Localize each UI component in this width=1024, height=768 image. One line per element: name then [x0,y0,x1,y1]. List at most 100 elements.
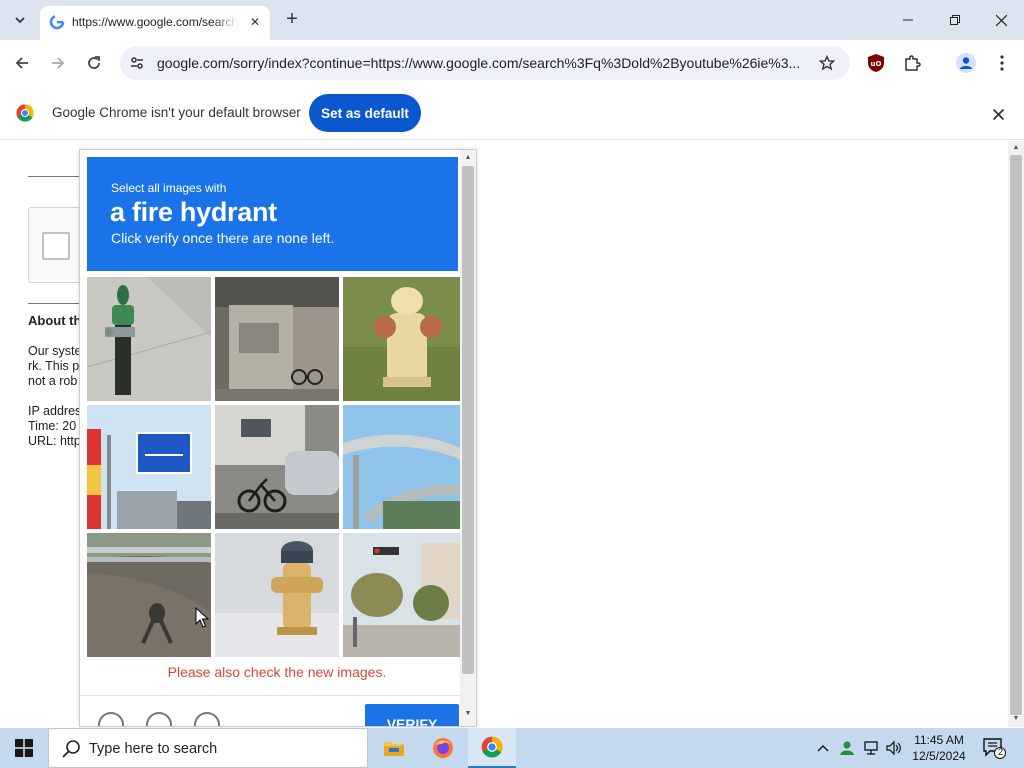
minimize-button[interactable] [893,8,923,32]
captcha-tile[interactable] [343,533,467,657]
kebab-menu-icon [1000,55,1004,71]
tray-overflow-chevron-icon[interactable] [813,738,833,758]
speaker-icon [886,740,901,756]
taskbar-file-explorer[interactable] [370,728,418,768]
svg-text:uO: uO [871,60,882,68]
scroll-up-arrow-icon[interactable]: ▲ [463,154,473,161]
bookmark-star-button[interactable] [816,52,838,74]
taskbar-firefox[interactable] [419,728,467,768]
search-icon [62,740,80,758]
challenge-footer: VERIFY [80,695,474,727]
minimize-icon [903,19,913,21]
captcha-tile[interactable] [87,405,211,529]
clock-date: 12/5/2024 [912,749,966,763]
instruction-sub: Click verify once there are none left. [111,230,335,246]
close-icon [995,14,1007,26]
scroll-up-arrow-icon[interactable]: ▲ [1011,144,1021,154]
tab-close-icon[interactable]: ✕ [246,13,264,31]
captcha-tile[interactable] [343,405,467,529]
windows-taskbar: Type here to search 11:45 AM 12/5/2024 2 [0,728,1024,768]
captcha-tile[interactable] [215,533,339,657]
captcha-tile[interactable] [215,405,339,529]
site-info-icon[interactable] [126,52,148,74]
overpass-image [343,405,467,529]
url-line-text: URL: http [28,434,81,448]
taskbar-search-box[interactable]: Type here to search [48,728,368,768]
recaptcha-checkbox[interactable] [42,232,70,260]
page-text-line: not a rob [28,374,78,388]
url-text: google.com/sorry/index?continue=https://… [157,55,801,71]
divider [28,176,80,177]
close-window-button[interactable] [986,8,1016,32]
page-scrollbar[interactable]: ▲ ▼ [1008,141,1024,727]
captcha-tile[interactable] [87,533,211,657]
scroll-down-arrow-icon[interactable]: ▼ [1011,715,1021,725]
avatar-icon [956,53,976,73]
headphones-icon [148,714,170,727]
ublock-extension-button[interactable]: uO [864,51,888,75]
error-message: Please also check the new images. [167,664,387,680]
reload-challenge-button[interactable] [98,712,124,727]
puzzle-icon [905,55,921,71]
action-center-button[interactable]: 2 [982,736,1006,760]
restore-button[interactable] [940,8,970,32]
network-icon [864,741,878,755]
mouse-cursor-icon [195,607,209,628]
captcha-tile[interactable] [215,277,339,401]
challenge-scrollbar[interactable]: ▲ ▼ [460,150,476,726]
browser-tab[interactable]: https://www.google.com/search?q=old+yout… [40,6,270,40]
scrollbar-thumb[interactable] [1010,155,1022,715]
infobar-close-button[interactable] [988,104,1008,124]
tray-volume-icon[interactable] [884,738,904,758]
reload-icon [100,714,122,727]
chevron-down-icon [15,17,25,24]
forward-button[interactable] [46,51,70,75]
firefox-icon [433,738,453,758]
taskbar-chrome[interactable] [468,728,516,768]
hydrant-image [215,533,339,657]
address-bar[interactable]: google.com/sorry/index?continue=https://… [120,46,850,80]
instruction-small: Select all images with [111,181,227,195]
reload-button[interactable] [82,51,106,75]
clock-time: 11:45 AM [914,733,964,747]
chrome-logo-icon [481,736,503,758]
challenge-header: Select all images with a fire hydrant Cl… [87,157,458,271]
tray-people-icon[interactable] [837,738,857,758]
browser-toolbar: google.com/sorry/index?continue=https://… [0,40,1024,86]
tab-title: https://www.google.com/search?q=old+yout… [72,15,238,29]
verify-button[interactable]: VERIFY [365,704,459,726]
guardrail-image [87,533,211,657]
help-button[interactable] [194,712,220,726]
new-tab-button[interactable]: + [282,9,302,29]
street-trees-image [343,533,467,657]
arrow-left-icon [15,57,28,69]
page-text-line: rk. This p [28,359,80,373]
hydrant-image [343,277,467,401]
road-sign-image [87,405,211,529]
captcha-tile[interactable] [343,277,467,401]
reload-icon [88,56,100,69]
chrome-logo-icon [16,104,34,122]
about-heading: About th [28,313,82,328]
close-icon [992,108,1004,120]
extensions-button[interactable] [900,51,924,75]
back-button[interactable] [10,51,34,75]
captcha-tile[interactable] [87,277,211,401]
infobar-message: Google Chrome isn't your default browser [52,105,301,120]
tray-network-icon[interactable] [861,738,881,758]
chrome-menu-button[interactable] [990,51,1014,75]
set-as-default-button[interactable]: Set as default [309,94,421,132]
recaptcha-challenge: Select all images with a fire hydrant Cl… [79,149,477,727]
scroll-down-arrow-icon[interactable]: ▼ [463,710,473,717]
profile-button[interactable] [954,51,978,75]
ublock-shield-icon: uO [868,54,884,72]
image-grid [87,277,467,657]
start-button[interactable] [0,728,48,768]
street-scene-image [215,405,339,529]
google-favicon-icon [49,14,65,30]
taskbar-clock[interactable]: 11:45 AM 12/5/2024 [904,732,974,764]
scrollbar-thumb[interactable] [462,166,474,674]
tab-search-button[interactable] [8,8,32,32]
audio-challenge-button[interactable] [146,712,172,727]
ip-address-text: IP addres [28,404,82,418]
